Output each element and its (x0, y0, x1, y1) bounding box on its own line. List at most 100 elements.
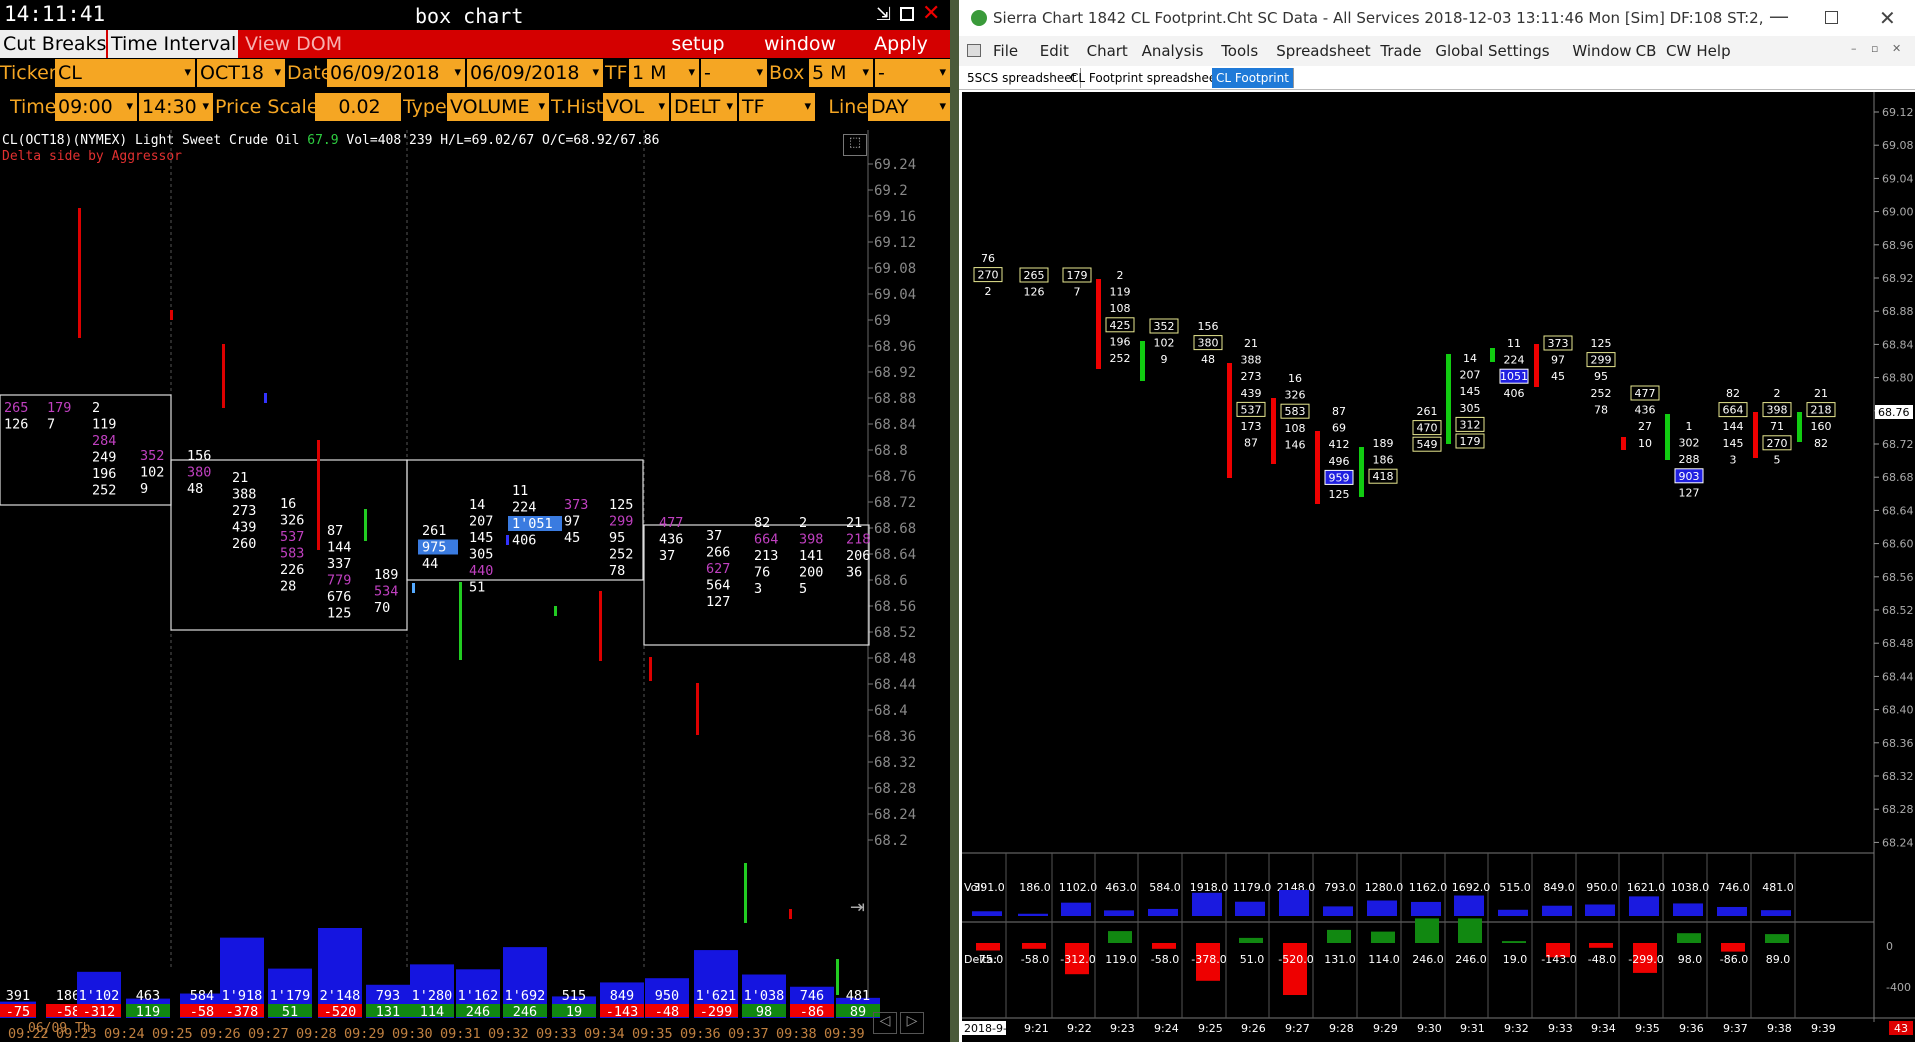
footprint-cell: 627 (706, 561, 730, 577)
footprint-cell: 265 (4, 400, 28, 416)
page-forward-icon[interactable]: ▷ (900, 1012, 924, 1034)
menu-spreadsheet[interactable]: Spreadsheet (1276, 42, 1370, 60)
setup-button[interactable]: setup (648, 30, 748, 58)
mdi-close-icon[interactable]: ✕ (1892, 42, 1901, 55)
tab-5scs-spreadsheet[interactable]: 5SCS spreadsheet (963, 68, 1082, 88)
footprint-cell: 2 (1117, 269, 1124, 282)
page-back-icon[interactable]: ◁ (873, 1012, 897, 1034)
footprint-cell: 21 (232, 470, 248, 486)
apply-button[interactable]: Apply (852, 30, 950, 58)
mdi-minimize-icon[interactable]: – (1851, 42, 1857, 55)
tf-mode-select[interactable]: TF (739, 93, 815, 121)
footprint-delta-bar (222, 344, 225, 408)
footprint-cell: 326 (280, 513, 304, 529)
footprint-cell: 1051 (1500, 370, 1528, 383)
window-title: Sierra Chart 1842 CL Footprint.Cht SC Da… (993, 9, 1763, 27)
delta-label: 119 (136, 1004, 160, 1020)
footprint-cell: 352 (1154, 320, 1175, 333)
tab-cl-footprint-spreadsheet[interactable]: CL Footprint spreadsheet (1066, 68, 1226, 88)
menu-window[interactable]: Window (1572, 42, 1631, 60)
footprint-cell: 119 (1110, 286, 1131, 299)
menu-help[interactable]: Help (1696, 42, 1730, 60)
delt-select[interactable]: DELT (671, 93, 737, 121)
footprint-cell: 78 (1594, 403, 1608, 416)
box-chart-window: 14:11:41 box chart ⇲ ✕ Cut Breaks Time I… (0, 0, 950, 1042)
footprint-cell: 16 (1288, 372, 1302, 385)
delta-value: 114.0 (1368, 953, 1400, 966)
time-axis-label: 9:33 (1548, 1022, 1573, 1035)
minimize-icon[interactable]: ⇲ (876, 4, 891, 25)
price-axis-label: 68.44 (874, 677, 916, 693)
footprint-cell: 549 (1417, 438, 1438, 451)
footprint-cell: 108 (1110, 302, 1131, 315)
cut-breaks-button[interactable]: Cut Breaks (0, 30, 106, 58)
footprint-cell: 87 (1244, 437, 1258, 450)
menu-analysis[interactable]: Analysis (1142, 42, 1204, 60)
tf-sub-select[interactable]: - (701, 59, 767, 87)
line-select[interactable]: DAY (868, 93, 950, 121)
maximize-icon[interactable] (900, 7, 914, 21)
menu-tools[interactable]: Tools (1221, 42, 1258, 60)
price-axis-label: 68.52 (1882, 604, 1914, 617)
menu-edit[interactable]: Edit (1040, 42, 1069, 60)
time-from-select[interactable]: 09:00 (55, 93, 137, 121)
delta-value: 246.0 (1412, 953, 1444, 966)
footprint-cell: 78 (609, 563, 625, 579)
footprint-cell: 312 (1460, 418, 1481, 431)
footprint-cell: 144 (1723, 420, 1744, 433)
price-axis-label: 68.92 (1882, 272, 1914, 285)
price-axis-label: 68.6 (874, 573, 908, 589)
type-select[interactable]: VOLUME (447, 93, 549, 121)
tab-cl-footprint[interactable]: CL Footprint (1212, 68, 1294, 88)
price-axis-label: 68.84 (874, 417, 916, 433)
scroll-right-icon[interactable]: ⇥ (850, 897, 865, 918)
window-button[interactable]: window (750, 30, 850, 58)
price-axis-label: 69.2 (874, 183, 908, 199)
footprint-cell: 27 (1638, 420, 1652, 433)
price-axis-label: 68.64 (1882, 504, 1914, 517)
maximize-icon[interactable] (1825, 11, 1838, 24)
chart-window-icon[interactable] (967, 44, 981, 57)
close-icon[interactable]: ✕ (1879, 6, 1896, 30)
price-axis-label: 68.52 (874, 625, 916, 641)
time-to-select[interactable]: 14:30 (139, 93, 213, 121)
time-interval-button[interactable]: Time Interval (108, 30, 238, 58)
menu-chart[interactable]: Chart (1087, 42, 1128, 60)
price-axis-label: 68.36 (1882, 737, 1914, 750)
date-from-select[interactable]: 06/09/2018 (327, 59, 465, 87)
menu-cw[interactable]: CW (1666, 42, 1691, 60)
price-scale-input[interactable]: 0.02 (315, 93, 401, 121)
mdi-restore-icon[interactable]: ▫ (1871, 42, 1878, 55)
delta-bar (1371, 931, 1395, 943)
delta-label: 19 (566, 1004, 582, 1020)
box-sub-select[interactable]: - (875, 59, 950, 87)
menu-trade[interactable]: Trade (1380, 42, 1421, 60)
footprint-delta-bar (649, 657, 652, 681)
contract-month-select[interactable]: OCT18 (197, 59, 285, 87)
footprint-cell: 127 (1679, 486, 1700, 499)
ticker-select[interactable]: CL (55, 59, 195, 87)
footprint-delta-bar (789, 909, 792, 919)
menu-file[interactable]: File (993, 42, 1018, 60)
footprint-cell: 406 (1504, 387, 1525, 400)
price-axis-label: 68.32 (1882, 770, 1914, 783)
time-axis-label: 09:39 (824, 1026, 865, 1042)
footprint-cell: 173 (1241, 420, 1262, 433)
volume-label: 1'692 (505, 988, 546, 1004)
tf-select[interactable]: 1 M (629, 59, 699, 87)
date-to-select[interactable]: 06/09/2018 (467, 59, 603, 87)
volume-bar (1323, 906, 1353, 916)
close-icon[interactable]: ✕ (922, 1, 940, 26)
minimize-icon[interactable]: — (1769, 4, 1789, 28)
footprint-cell: 76 (981, 252, 995, 265)
box-select[interactable]: 5 M (809, 59, 873, 87)
menu-global-settings[interactable]: Global Settings (1435, 42, 1549, 60)
footprint-delta-bar (554, 606, 557, 616)
footprint-cell: 273 (1241, 370, 1262, 383)
delta-value: 51.0 (1240, 953, 1265, 966)
menu-cb[interactable]: CB (1636, 42, 1657, 60)
menu-bar: – ▫ ✕ File Edit Chart Analysis Tools Spreadsh… (959, 36, 1915, 66)
price-axis-label: 69.04 (1882, 172, 1914, 185)
thist-select[interactable]: VOL (603, 93, 669, 121)
view-dom-button[interactable]: View DOM (245, 30, 345, 58)
